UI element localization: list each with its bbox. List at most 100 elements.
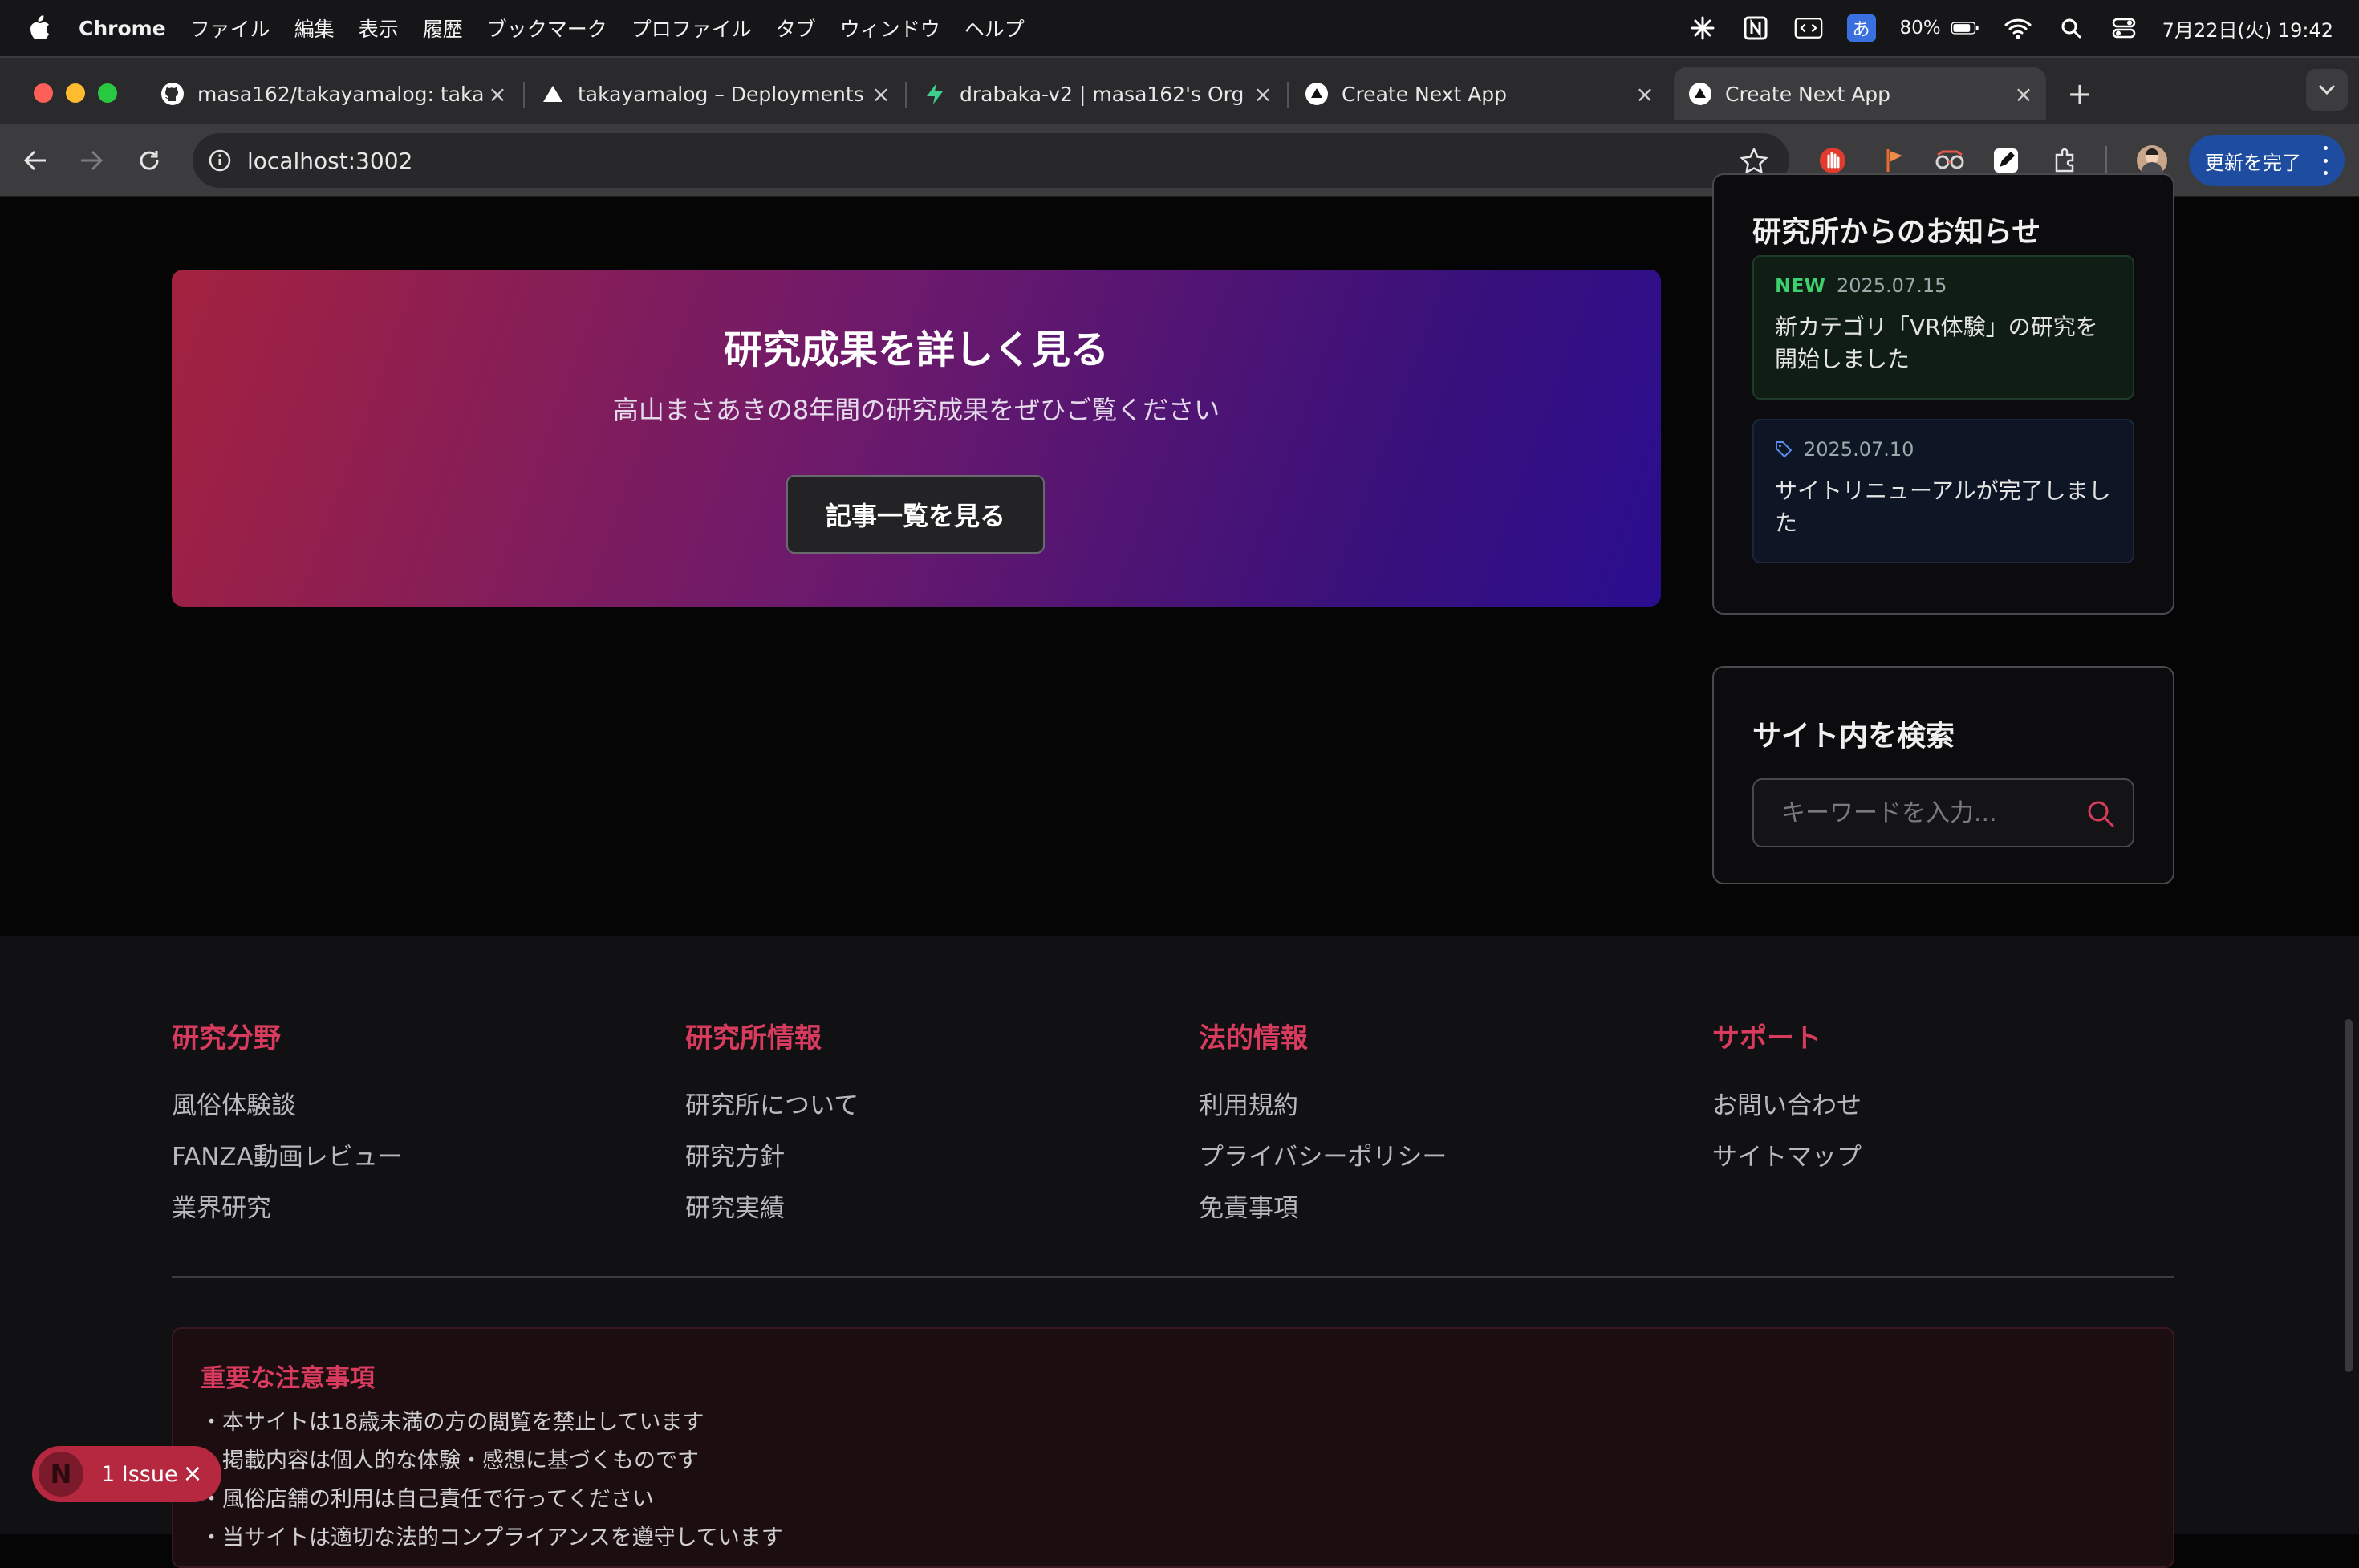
notice-title: 重要な注意事項: [201, 1364, 375, 1393]
cta-title: 研究成果を詳しく見る: [723, 327, 1109, 372]
news-date: 2025.07.10: [1804, 438, 1914, 461]
news-item[interactable]: 2025.07.10 サイトリニューアルが完了しました: [1752, 419, 2134, 563]
vercel-icon: [541, 82, 565, 106]
battery-percent: 80%: [1899, 18, 1941, 39]
tab-search-button[interactable]: [2306, 69, 2348, 111]
menu-app-name[interactable]: Chrome: [79, 17, 166, 40]
footer-heading: サポート: [1712, 1022, 1821, 1054]
view-articles-button[interactable]: 記事一覧を見る: [786, 475, 1045, 554]
menu-window[interactable]: ウィンドウ: [840, 14, 940, 43]
news-meta: NEW 2025.07.15: [1775, 274, 1947, 297]
tab-close-icon[interactable]: ×: [485, 81, 510, 108]
news-text: サイトリニューアルが完了しました: [1775, 477, 2111, 536]
window-close-button[interactable]: [34, 83, 53, 103]
tab-github[interactable]: masa162/takayamalog: takayamalog ×: [157, 67, 510, 120]
menu-bookmarks[interactable]: ブックマーク: [487, 14, 607, 43]
menubar-tray: あ 80% 7月22日(火) 19:42: [1688, 0, 2333, 56]
footer-link[interactable]: 研究方針: [685, 1136, 785, 1172]
url-text[interactable]: localhost:3002: [247, 148, 412, 174]
forward-button[interactable]: [74, 143, 109, 178]
menu-view[interactable]: 表示: [359, 14, 399, 43]
tab-close-icon[interactable]: ×: [868, 81, 894, 108]
reload-button[interactable]: [132, 143, 167, 178]
menu-help[interactable]: ヘルプ: [964, 14, 1025, 43]
tab-create-next-app-active[interactable]: Create Next App ×: [1674, 67, 2046, 120]
menubar-clock[interactable]: 7月22日(火) 19:42: [2162, 14, 2333, 43]
issue-count[interactable]: 1 Issue: [101, 1462, 178, 1487]
cta-subtitle: 高山まさあきの8年間の研究成果をぜひご覧ください: [612, 395, 1220, 425]
search-field: [1752, 778, 2134, 847]
footer-divider: [172, 1276, 2174, 1278]
apple-icon[interactable]: [27, 14, 51, 42]
footer-heading: 研究分野: [172, 1022, 281, 1054]
footer-link[interactable]: 風俗体験談: [172, 1085, 296, 1121]
menu-profiles[interactable]: プロファイル: [631, 14, 752, 43]
page-scrollbar[interactable]: [2345, 1019, 2353, 1372]
toolbar-separator: [2105, 146, 2107, 175]
menu-edit[interactable]: 編集: [294, 14, 335, 43]
tab-title: masa162/takayamalog: takayamalog: [197, 82, 485, 106]
spotlight-search-icon[interactable]: [2057, 14, 2085, 42]
news-date: 2025.07.15: [1836, 274, 1947, 297]
bookmark-star-icon[interactable]: [1740, 146, 1768, 175]
news-item[interactable]: NEW 2025.07.15 新カテゴリ「VR体験」の研究を開始しました: [1752, 255, 2134, 400]
menu-tab[interactable]: タブ: [776, 14, 816, 43]
tab-title: drabaka-v2 | masa162's Org | Supabase: [960, 82, 1250, 106]
footer-link[interactable]: プライバシーポリシー: [1199, 1136, 1447, 1172]
ime-icon[interactable]: あ: [1846, 14, 1876, 42]
nextjs-issues-pill[interactable]: N 1 Issue ×: [32, 1446, 221, 1502]
news-new-badge: NEW: [1775, 274, 1825, 297]
tab-separator: [1287, 82, 1289, 108]
footer-link[interactable]: FANZA動画レビュー: [172, 1136, 403, 1172]
news-title: 研究所からのお知らせ: [1752, 216, 2041, 249]
address-bar[interactable]: localhost:3002: [193, 133, 1789, 188]
site-info-icon[interactable]: [204, 144, 236, 177]
update-chrome-button[interactable]: 更新を完了: [2189, 135, 2345, 186]
tab-create-next-app[interactable]: Create Next App ×: [1305, 67, 1658, 120]
supabase-icon: [923, 82, 947, 106]
tab-close-icon[interactable]: ×: [2011, 81, 2036, 108]
chevron-down-icon: [2318, 84, 2336, 95]
page-viewport: 研究成果を詳しく見る 高山まさあきの8年間の研究成果をぜひご覧ください 記事一覧…: [0, 173, 2359, 1568]
battery-icon[interactable]: [1951, 14, 1979, 42]
footer-link[interactable]: お問い合わせ: [1712, 1085, 1862, 1121]
wifi-icon[interactable]: [2004, 14, 2032, 42]
tab-separator: [523, 82, 525, 108]
new-tab-button[interactable]: +: [2062, 67, 2097, 120]
footer-link[interactable]: 研究所について: [685, 1085, 859, 1121]
notice-line: ・本サイトは18歳未満の方の閲覧を禁止しています: [201, 1410, 704, 1435]
tab-close-icon[interactable]: ×: [1632, 81, 1658, 108]
tab-supabase[interactable]: drabaka-v2 | masa162's Org | Supabase ×: [923, 67, 1276, 120]
footer-link[interactable]: 利用規約: [1199, 1085, 1298, 1121]
window-minimize-button[interactable]: [66, 83, 85, 103]
tab-separator: [905, 82, 907, 108]
update-label: 更新を完了: [2205, 151, 2301, 174]
search-input[interactable]: [1754, 780, 2075, 846]
tab-title: Create Next App: [1342, 82, 1508, 106]
close-icon[interactable]: ×: [178, 1459, 207, 1488]
notice-line: ・風俗店舗の利用は自己責任で行ってください: [201, 1487, 654, 1512]
nextjs-logo-icon[interactable]: N: [39, 1452, 83, 1497]
menu-file[interactable]: ファイル: [190, 14, 270, 43]
browser-tab-strip: masa162/takayamalog: takayamalog × takay…: [0, 56, 2359, 124]
menu-history[interactable]: 履歴: [423, 14, 463, 43]
tag-icon: [1775, 441, 1793, 458]
tab-title: Create Next App: [1725, 82, 1891, 106]
tab-vercel-deployments[interactable]: takayamalog – Deployments – Vercel ×: [541, 67, 894, 120]
sparkle-icon[interactable]: [1688, 14, 1717, 42]
tab-close-icon[interactable]: ×: [1250, 81, 1276, 108]
notion-icon[interactable]: [1741, 14, 1770, 42]
window-zoom-button[interactable]: [98, 83, 117, 103]
site-footer: 研究分野 風俗体験談 FANZA動画レビュー 業界研究 研究所情報 研究所につい…: [0, 936, 2359, 1568]
code-window-icon[interactable]: [1794, 14, 1823, 42]
more-vert-icon: [2320, 146, 2330, 175]
footer-link[interactable]: サイトマップ: [1712, 1136, 1862, 1172]
footer-heading: 法的情報: [1199, 1022, 1308, 1054]
footer-link[interactable]: 業界研究: [172, 1188, 271, 1224]
back-button[interactable]: [18, 143, 53, 178]
footer-link[interactable]: 免責事項: [1199, 1188, 1298, 1224]
search-icon[interactable]: [2083, 796, 2118, 831]
reload-icon: [140, 151, 159, 170]
footer-link[interactable]: 研究実績: [685, 1188, 785, 1224]
control-center-icon[interactable]: [2109, 14, 2138, 42]
